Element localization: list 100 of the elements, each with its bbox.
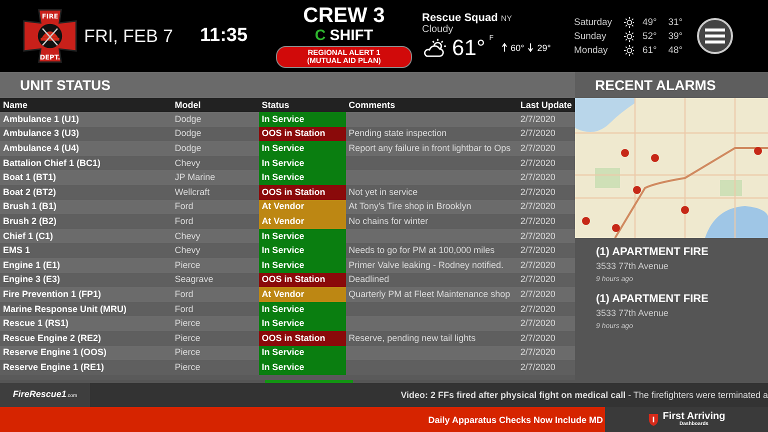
status-cell: OOS in Station	[258, 126, 346, 142]
unit-name-cell: Brush 1 (B1)	[0, 200, 172, 214]
model-cell: Dodge	[172, 126, 259, 142]
column-header: Status	[258, 98, 346, 112]
status-cell: In Service	[258, 112, 346, 127]
forecast-day: Sunday	[574, 30, 624, 42]
alarm-address: 3533 77th Avenue	[596, 261, 670, 271]
clock-time: 11:35	[200, 25, 249, 47]
model-cell: Pierce	[172, 316, 259, 331]
high-temperature: 60°	[510, 42, 524, 52]
last-update-cell: 2/7/2020	[517, 184, 575, 200]
last-update-cell: 2/7/2020	[517, 316, 575, 331]
model-cell: Pierce	[172, 346, 259, 360]
status-cell: In Service	[258, 316, 346, 331]
model-cell: Wellcraft	[172, 184, 259, 200]
forecast-high: 52°	[642, 30, 658, 42]
last-update-cell: 2/7/2020	[517, 126, 575, 142]
status-cell: In Service	[258, 258, 346, 273]
model-cell: Dodge	[172, 141, 259, 156]
status-cell: OOS in Station	[258, 184, 346, 200]
model-cell: Pierce	[172, 330, 259, 346]
status-cell: In Service	[258, 243, 346, 258]
forecast-low: 39°	[668, 30, 684, 42]
last-update-cell: 2/7/2020	[517, 214, 575, 229]
model-cell: Chevy	[172, 243, 259, 258]
status-cell: In Service	[258, 346, 346, 360]
status-cell: At Vendor	[258, 214, 346, 229]
column-header: Model	[172, 98, 259, 112]
model-cell: Chevy	[172, 156, 259, 170]
model-cell: Seagrave	[172, 272, 259, 288]
column-header: Comments	[346, 98, 518, 112]
status-cell: In Service	[258, 302, 346, 316]
model-cell: JP Marine	[172, 170, 259, 185]
column-header: Name	[0, 98, 172, 112]
crew-title: CREW 3	[303, 4, 385, 26]
banner-message: Daily Apparatus Checks Now Include MD	[428, 414, 603, 424]
forecast-high: 61°	[642, 44, 658, 56]
partly-cloudy-icon	[422, 38, 448, 58]
sun-icon	[624, 44, 634, 56]
model-cell: Pierce	[172, 360, 259, 375]
model-cell: Chevy	[172, 228, 259, 244]
status-cell: OOS in Station	[258, 330, 346, 346]
comment-cell: Quarterly PM at Fleet Maintenance shop	[346, 287, 518, 302]
model-cell: Ford	[172, 200, 259, 214]
weather-state: NY	[500, 14, 512, 22]
last-update-cell: 2/7/2020	[517, 360, 575, 375]
model-cell: Ford	[172, 287, 259, 302]
unit-status-title: UNIT STATUS	[20, 77, 110, 93]
last-update-cell: 2/7/2020	[517, 258, 575, 273]
comment-cell: Reserve, pending new tail lights	[346, 330, 518, 346]
unit-name-cell: Boat 2 (BT2)	[0, 184, 172, 200]
comment-cell: No chains for winter	[346, 214, 518, 229]
last-update-cell: 2/7/2020	[517, 170, 575, 185]
comment-cell: At Tony's Tire shop in Brooklyn	[346, 200, 518, 214]
column-header: Last Update	[517, 98, 575, 112]
comment-cell: Not yet in service	[346, 184, 518, 200]
date-text: FRI, FEB 7	[84, 26, 174, 46]
down-arrow-icon	[528, 43, 534, 52]
sun-icon	[624, 30, 634, 42]
model-cell: Ford	[172, 302, 259, 316]
last-update-cell: 2/7/2020	[517, 200, 575, 214]
comment-cell: Report any failure in front lightbar to Ops	[346, 141, 518, 156]
forecast-day: Saturday	[574, 16, 624, 28]
forecast-high: 49°	[642, 16, 658, 28]
unit-name-cell: Reserve Engine 1 (RE1)	[0, 360, 172, 375]
menu-button[interactable]	[697, 18, 733, 54]
unit-name-cell: Brush 2 (B2)	[0, 214, 172, 229]
alarm-title: (1) APARTMENT FIRE	[596, 293, 710, 305]
unit-name-cell: EMS 1	[0, 243, 172, 258]
model-cell: Ford	[172, 214, 259, 229]
last-update-cell: 2/7/2020	[517, 346, 575, 360]
status-cell: At Vendor	[258, 287, 346, 302]
last-update-cell: 2/7/2020	[517, 302, 575, 316]
last-update-cell: 2/7/2020	[517, 243, 575, 258]
unit-name-cell: Engine 3 (E3)	[0, 272, 172, 288]
unit-name-cell: Rescue 1 (RS1)	[0, 316, 172, 331]
unit-name-cell: Marine Response Unit (MRU)	[0, 302, 172, 316]
unit-name-cell: Battalion Chief 1 (BC1)	[0, 156, 172, 170]
weather-station: Rescue Squad	[422, 12, 498, 24]
shift-letter: C	[314, 26, 326, 44]
status-cell: In Service	[258, 141, 346, 156]
last-update-cell: 2/7/2020	[517, 141, 575, 156]
unit-name-cell: Reserve Engine 1 (OOS)	[0, 346, 172, 360]
forecast-low: 31°	[668, 16, 684, 28]
last-update-cell: 2/7/2020	[517, 330, 575, 346]
unit-name-cell: Rescue Engine 2 (RE2)	[0, 330, 172, 346]
status-cell: In Service	[258, 170, 346, 185]
status-cell: In Service	[258, 360, 346, 375]
comment-cell: Needs to go for PM at 100,000 miles	[346, 243, 518, 258]
unit-name-cell: Fire Prevention 1 (FP1)	[0, 287, 172, 302]
unit-name-cell: Ambulance 1 (U1)	[0, 112, 172, 127]
recent-alarms-title: RECENT ALARMS	[595, 77, 716, 93]
shield-icon	[648, 413, 659, 426]
unit-name-cell: Boat 1 (BT1)	[0, 170, 172, 185]
alarm-title: (1) APARTMENT FIRE	[596, 246, 710, 258]
model-cell: Pierce	[172, 258, 259, 273]
low-temperature: 29°	[537, 42, 551, 52]
brand-name: First Arriving	[662, 412, 726, 422]
last-update-cell: 2/7/2020	[517, 287, 575, 302]
news-headline: Video: 2 FFs fired after physical fight on medical call - The firefighters were terminated a	[400, 390, 768, 400]
